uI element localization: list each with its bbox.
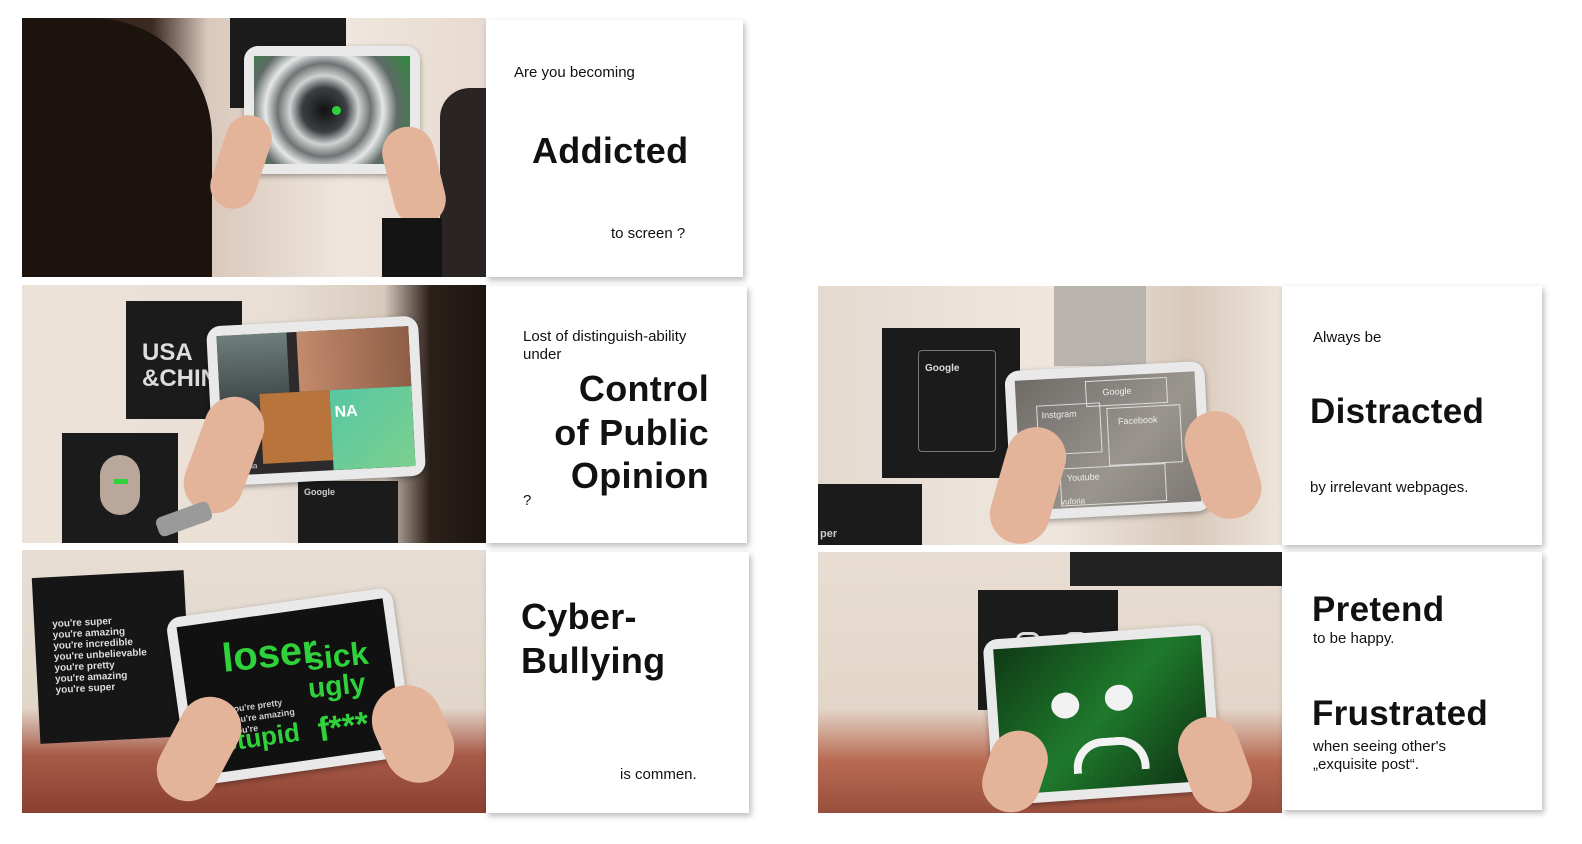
arch-doorway (1054, 286, 1146, 366)
headline-pretend: Pretend (1312, 590, 1445, 629)
headline: Distracted (1310, 392, 1485, 431)
poster-bottom-left: per (818, 484, 922, 545)
headline-line1: Cyber- (521, 596, 637, 637)
sad-eye-left (1050, 691, 1081, 720)
poster-google: Google (298, 481, 398, 543)
sad-eye-right (1103, 683, 1134, 712)
window-label: Facebook (1117, 414, 1158, 427)
card-addicted: Are you becoming Addicted to screen ? (486, 20, 743, 277)
text-top: Are you becoming (514, 64, 635, 81)
poster-lines: you're super you're amazing you're incre… (52, 614, 149, 696)
headline: Addicted (532, 130, 689, 171)
headline-line3: Opinion (570, 455, 709, 496)
poster-text-line2: &CHIN (142, 365, 218, 392)
photo-addicted (22, 18, 486, 277)
window-google: Google (1084, 376, 1169, 408)
overlay-word: ugly (306, 667, 367, 704)
text-frustrated-sub-line2: „exquisite post“. (1313, 756, 1419, 773)
portrait-green-mark (114, 479, 128, 484)
green-dot (332, 106, 341, 115)
text-bottom: by irrelevant webpages. (1310, 479, 1469, 496)
text-top: Always be (1313, 329, 1382, 346)
text-top-line1: Lost of distinguish-ability (523, 328, 687, 345)
window-label: Google (1102, 385, 1132, 398)
card-control: Lost of distinguish-ability under Contro… (486, 286, 747, 543)
text-bottom: to screen ? (611, 225, 686, 242)
sad-mouth (1071, 734, 1150, 775)
collage-woman (296, 326, 412, 392)
poster-google-label: Google (925, 363, 960, 374)
window-facebook: Facebook (1106, 404, 1184, 466)
text-bottom: is commen. (620, 766, 697, 783)
photo-control: USA &CHIN Google NA vuforia (22, 285, 486, 543)
headline-line2: Bullying (521, 640, 666, 681)
card-pretend: Pretend to be happy. Frustrated when see… (1282, 552, 1542, 810)
window-label: Youtube (1066, 471, 1100, 484)
poster-google-label: Google (304, 487, 335, 497)
text-pretend-sub: to be happy. (1313, 630, 1395, 647)
poster-google: Google (882, 328, 1020, 478)
poster-corner-text: per (820, 528, 838, 540)
window-label: Instgram (1041, 408, 1077, 421)
poster-text-line1: USA (142, 339, 193, 366)
poster-window: Google (918, 350, 996, 452)
screen-footer: vuforia (1060, 496, 1086, 507)
card-distracted: Always be Distracted by irrelevant webpa… (1282, 286, 1542, 545)
poster-compliments: you're super you're amazing you're incre… (31, 570, 193, 744)
collage-orange (259, 390, 334, 464)
collage-label: NA (334, 402, 359, 422)
text-frustrated-sub-line1: when seeing other's (1313, 738, 1446, 755)
collage-teal: NA (329, 385, 416, 471)
card-cyber: Cyber- Bullying is commen. (486, 552, 749, 813)
text-bottom: ? (523, 492, 532, 509)
photo-distracted: Google per Instgram Facebook Google Yout… (818, 286, 1282, 545)
hair (22, 18, 212, 277)
headline-line2: of Public (554, 412, 709, 453)
headline-line1: Control (578, 368, 709, 409)
portrait-face (100, 455, 140, 515)
photo-cyber: you're super you're amazing you're incre… (22, 550, 486, 813)
sleeve (382, 218, 442, 277)
photo-pretend (818, 552, 1282, 813)
text-top-line2: under (523, 346, 562, 363)
headline-frustrated: Frustrated (1312, 694, 1489, 733)
doorway (440, 88, 486, 277)
ceiling-stripe (1070, 552, 1282, 586)
overlay-word: f*** (315, 704, 372, 750)
